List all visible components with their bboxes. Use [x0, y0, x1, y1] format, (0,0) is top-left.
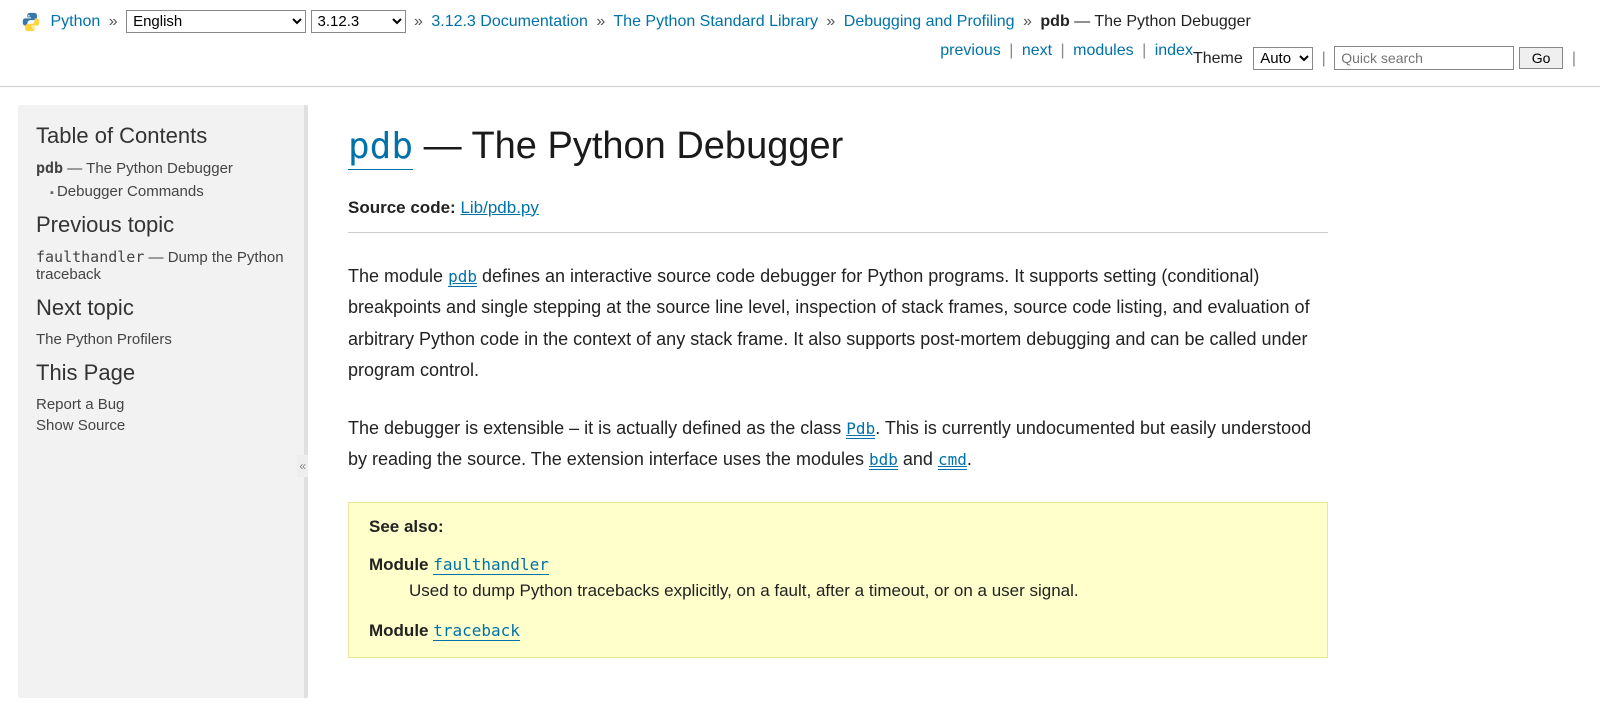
- nav-index-link[interactable]: index: [1155, 42, 1193, 59]
- nav-previous-link[interactable]: previous: [940, 42, 1000, 59]
- main-content: pdb — The Python Debugger Source code: L…: [308, 105, 1368, 698]
- breadcrumb-stdlib[interactable]: The Python Standard Library: [613, 13, 818, 30]
- sidebar-collapse-icon[interactable]: «: [297, 455, 308, 477]
- seealso-item: Module traceback: [369, 621, 1307, 641]
- language-select[interactable]: English: [126, 10, 306, 33]
- nav-next-link[interactable]: next: [1022, 42, 1052, 59]
- breadcrumb-sep: »: [414, 13, 423, 30]
- see-also-title: See also:: [369, 517, 1307, 537]
- breadcrumb-sep: »: [826, 13, 835, 30]
- see-also-box: See also: Module faulthandler Used to du…: [348, 502, 1328, 658]
- top-navigation: Python » English 3.12.3 » 3.12.3 Documen…: [0, 0, 1600, 87]
- show-source-link[interactable]: Show Source: [36, 417, 286, 434]
- breadcrumb-current-suffix: — The Python Debugger: [1070, 13, 1251, 30]
- title-suffix: — The Python Debugger: [413, 125, 843, 167]
- pdb-mod-link[interactable]: pdb: [448, 267, 477, 287]
- intro-paragraph-1: The module pdb defines an interactive so…: [348, 261, 1328, 387]
- nav-right-links: previous | next | modules | index Theme …: [940, 37, 1580, 74]
- source-code-line: Source code: Lib/pdb.py: [348, 198, 1328, 218]
- python-home-link[interactable]: Python: [50, 13, 100, 30]
- python-logo-icon: [20, 11, 42, 33]
- nav-modules-link[interactable]: modules: [1073, 42, 1133, 59]
- breadcrumb-sep: »: [109, 13, 118, 30]
- breadcrumb-sep: »: [596, 13, 605, 30]
- seealso-faulthandler-link[interactable]: faulthandler: [433, 555, 549, 575]
- toc-heading: Table of Contents: [36, 123, 286, 149]
- report-bug-link[interactable]: Report a Bug: [36, 396, 286, 413]
- seealso-traceback-link[interactable]: traceback: [433, 621, 520, 641]
- toc-sub-item[interactable]: Debugger Commands: [50, 183, 286, 200]
- theme-select[interactable]: Auto: [1253, 47, 1313, 70]
- seealso-item: Module faulthandler: [369, 555, 1307, 575]
- seealso-desc: Used to dump Python tracebacks explicitl…: [409, 581, 1307, 601]
- breadcrumb-sep: »: [1023, 13, 1032, 30]
- intro-paragraph-2: The debugger is extensible – it is actua…: [348, 413, 1328, 476]
- prev-topic-link[interactable]: faulthandler — Dump the Python traceback: [36, 248, 286, 283]
- bdb-mod-link[interactable]: bdb: [869, 450, 898, 470]
- sidebar: Table of Contents pdb — The Python Debug…: [18, 105, 308, 698]
- title-module-name: pdb: [348, 126, 413, 170]
- search-input[interactable]: [1334, 46, 1514, 70]
- this-page-heading: This Page: [36, 360, 286, 386]
- toc-root-item[interactable]: pdb — The Python Debugger Debugger Comma…: [36, 159, 286, 200]
- pdb-class-link[interactable]: Pdb: [846, 419, 875, 439]
- breadcrumb-current-mod: pdb: [1040, 13, 1069, 30]
- cmd-mod-link[interactable]: cmd: [938, 450, 967, 470]
- prev-topic-heading: Previous topic: [36, 212, 286, 238]
- theme-label: Theme: [1193, 50, 1243, 67]
- source-code-link[interactable]: Lib/pdb.py: [460, 198, 538, 217]
- breadcrumb-documentation[interactable]: 3.12.3 Documentation: [431, 13, 588, 30]
- divider: [348, 232, 1328, 233]
- page-title: pdb — The Python Debugger: [348, 125, 1328, 168]
- next-topic-heading: Next topic: [36, 295, 286, 321]
- breadcrumb-debugging[interactable]: Debugging and Profiling: [844, 13, 1015, 30]
- version-select[interactable]: 3.12.3: [311, 10, 406, 33]
- search-go-button[interactable]: Go: [1519, 47, 1564, 69]
- next-topic-link[interactable]: The Python Profilers: [36, 331, 286, 348]
